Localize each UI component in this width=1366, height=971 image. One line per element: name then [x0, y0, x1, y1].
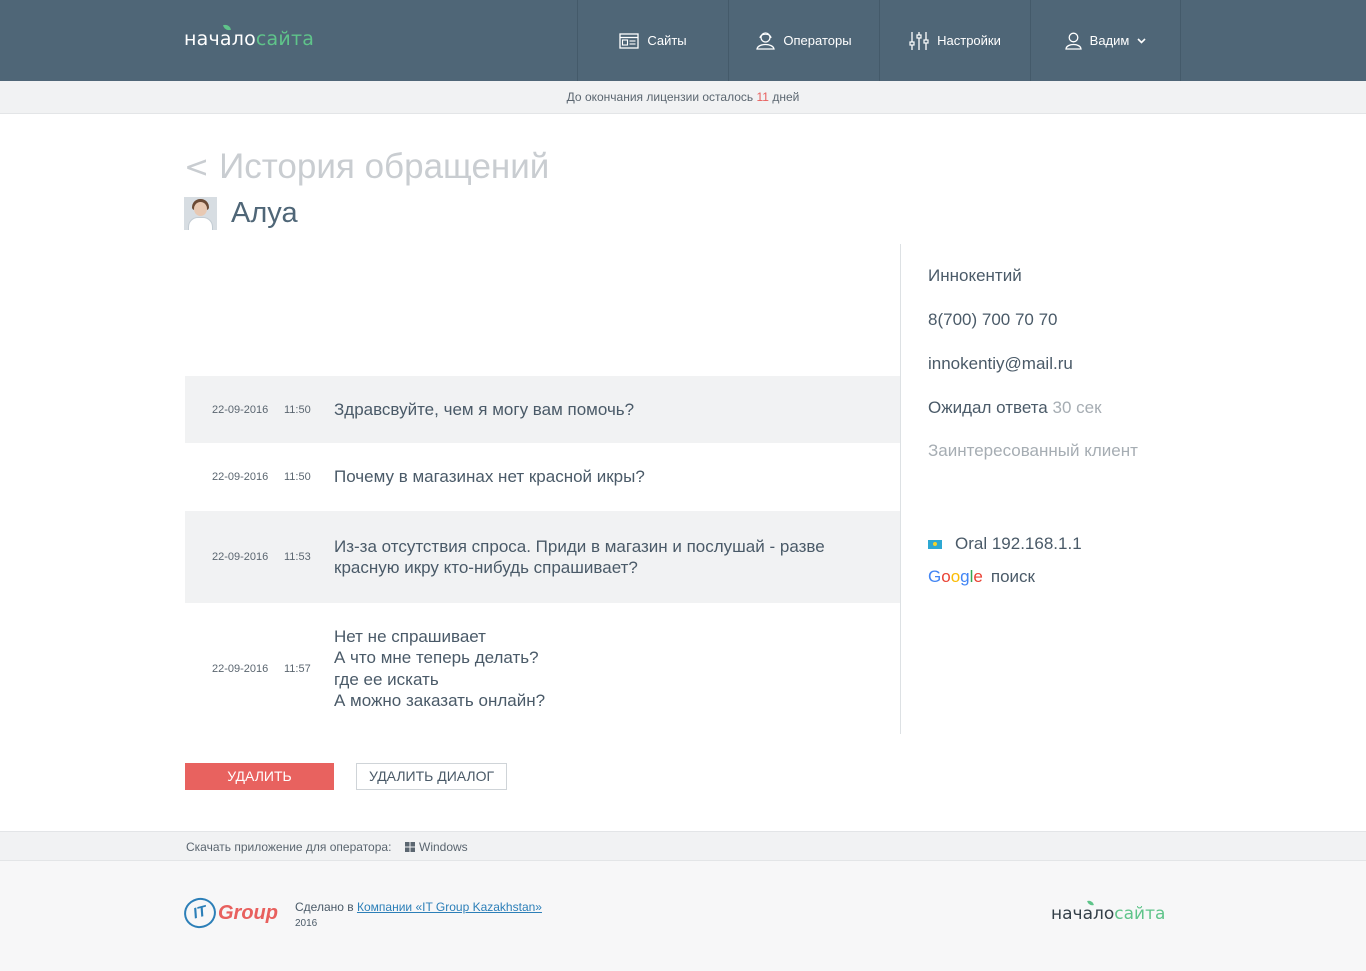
client-phone: 8(700) 700 70 70 [928, 310, 1058, 329]
page-title: История обращений [219, 147, 550, 186]
app-download-bar: Скачать приложение для оператора: Window… [0, 831, 1366, 861]
message-text: Из-за отсутствия спроса. Приди в магазин… [334, 536, 825, 578]
message-date: 22-09-2016 [212, 662, 269, 675]
footer: IT Group Сделано в Компании «IT Group Ka… [0, 861, 1366, 971]
windows-download-link[interactable]: Windows [405, 840, 468, 854]
avatar [184, 197, 217, 230]
source-text: поиск [990, 567, 1035, 586]
settings-icon [909, 31, 929, 50]
license-text: До окончания лицензии осталось [566, 90, 754, 104]
message-time: 11:50 [284, 403, 311, 416]
message-time: 11:53 [284, 551, 311, 563]
nav-label-user: Вадим [1089, 33, 1130, 48]
made-prefix: Сделано в [295, 900, 354, 914]
sites-icon [619, 32, 639, 49]
company-link[interactable]: Компании «IT Group Kazakhstan» [357, 900, 542, 914]
footer-logo[interactable]: началосайта [1051, 899, 1166, 924]
it-logo-mark: IT [180, 894, 220, 932]
nav-label-operators: Операторы [783, 33, 852, 48]
nav-item-settings[interactable]: Настройки [879, 0, 1030, 81]
message-text: Почему в магазинах нет красной икры? [334, 467, 645, 487]
logo[interactable]: началосайта [184, 23, 315, 50]
nav-item-operators[interactable]: Операторы [728, 0, 879, 81]
nav-item-sites[interactable]: Сайты [577, 0, 728, 81]
license-days: 11 [756, 90, 769, 104]
logo-part1: начало [184, 28, 256, 50]
wait-value: 30 сек [1052, 398, 1102, 417]
license-bar: До окончания лицензии осталось 11 дней [0, 81, 1366, 114]
operator-name: Алуа [231, 197, 298, 229]
message-date: 22-09-2016 [212, 551, 269, 563]
nav-label-settings: Настройки [937, 33, 1001, 48]
message-text: Здравсвуйте, чем я могу вам помочь? [334, 399, 635, 419]
client-status: Заинтересованный клиент [928, 441, 1138, 460]
chevron-down-icon [1137, 37, 1146, 44]
footer-year: 2016 [295, 918, 318, 929]
footer-logo-part2: сайта [1114, 904, 1166, 924]
chat-message: 22-09-2016 11:50 Почему в магазинах нет … [185, 443, 900, 511]
logo-part2: сайта [255, 28, 315, 50]
delete-dialog-secondary-button[interactable]: УДАЛИТЬ ДИАЛОГ [356, 763, 507, 790]
user-icon [1064, 32, 1082, 50]
message-date: 22-09-2016 [212, 403, 269, 416]
chat-history: 22-09-2016 11:50 Здравсвуйте, чем я могу… [185, 244, 901, 734]
nav-label-sites: Сайты [647, 33, 687, 48]
delete-dialog-button[interactable]: УДАЛИТЬ ДИАЛОГ [185, 763, 334, 809]
main-nav: Сайты Операторы Настройки Вадим [577, 0, 1181, 81]
license-suffix: дней [772, 90, 800, 104]
it-logo-text: Group [218, 901, 278, 924]
made-by: Сделано в Компании «IT Group Kazakhstan»… [295, 900, 542, 929]
chat-message: 22-09-2016 11:53 Из-за отсутствия спроса… [185, 511, 900, 603]
operator-header: Алуа [184, 197, 298, 230]
chat-message: 22-09-2016 11:50 Здравсвуйте, чем я могу… [185, 376, 900, 443]
message-time: 11:57 [284, 662, 311, 675]
message-text: Нет не спрашивает А что мне теперь делат… [334, 626, 546, 711]
windows-icon [405, 842, 415, 852]
traffic-source: Google поиск [928, 567, 1035, 587]
message-time: 11:50 [284, 471, 311, 483]
message-date: 22-09-2016 [212, 471, 269, 483]
chevron-left-icon: < [184, 149, 210, 185]
nav-item-user-menu[interactable]: Вадим [1030, 0, 1181, 81]
operators-icon [756, 32, 776, 50]
client-name: Иннокентий [928, 266, 1022, 285]
footer-logo-part1: начало [1051, 904, 1115, 924]
wait-time: Ожидал ответа 30 сек [928, 398, 1102, 418]
google-logo-icon: Google [928, 567, 983, 586]
app-download-label: Скачать приложение для оператора: [186, 840, 392, 854]
wait-label: Ожидал ответа [928, 398, 1048, 417]
chat-message: 22-09-2016 11:57 Нет не спрашивает А что… [185, 603, 900, 734]
back-to-history[interactable]: < История обращений [184, 147, 549, 187]
it-group-logo[interactable]: IT Group [180, 894, 278, 932]
client-location: Oral 192.168.1.1 [928, 534, 1082, 554]
windows-label: Windows [419, 840, 468, 854]
client-email[interactable]: innokentiy@mail.ru [928, 354, 1073, 374]
top-header: началосайта Сайты Операторы Настройки Ва… [0, 0, 1366, 81]
location-text: Oral 192.168.1.1 [955, 534, 1082, 553]
kazakhstan-flag-icon [928, 540, 942, 550]
